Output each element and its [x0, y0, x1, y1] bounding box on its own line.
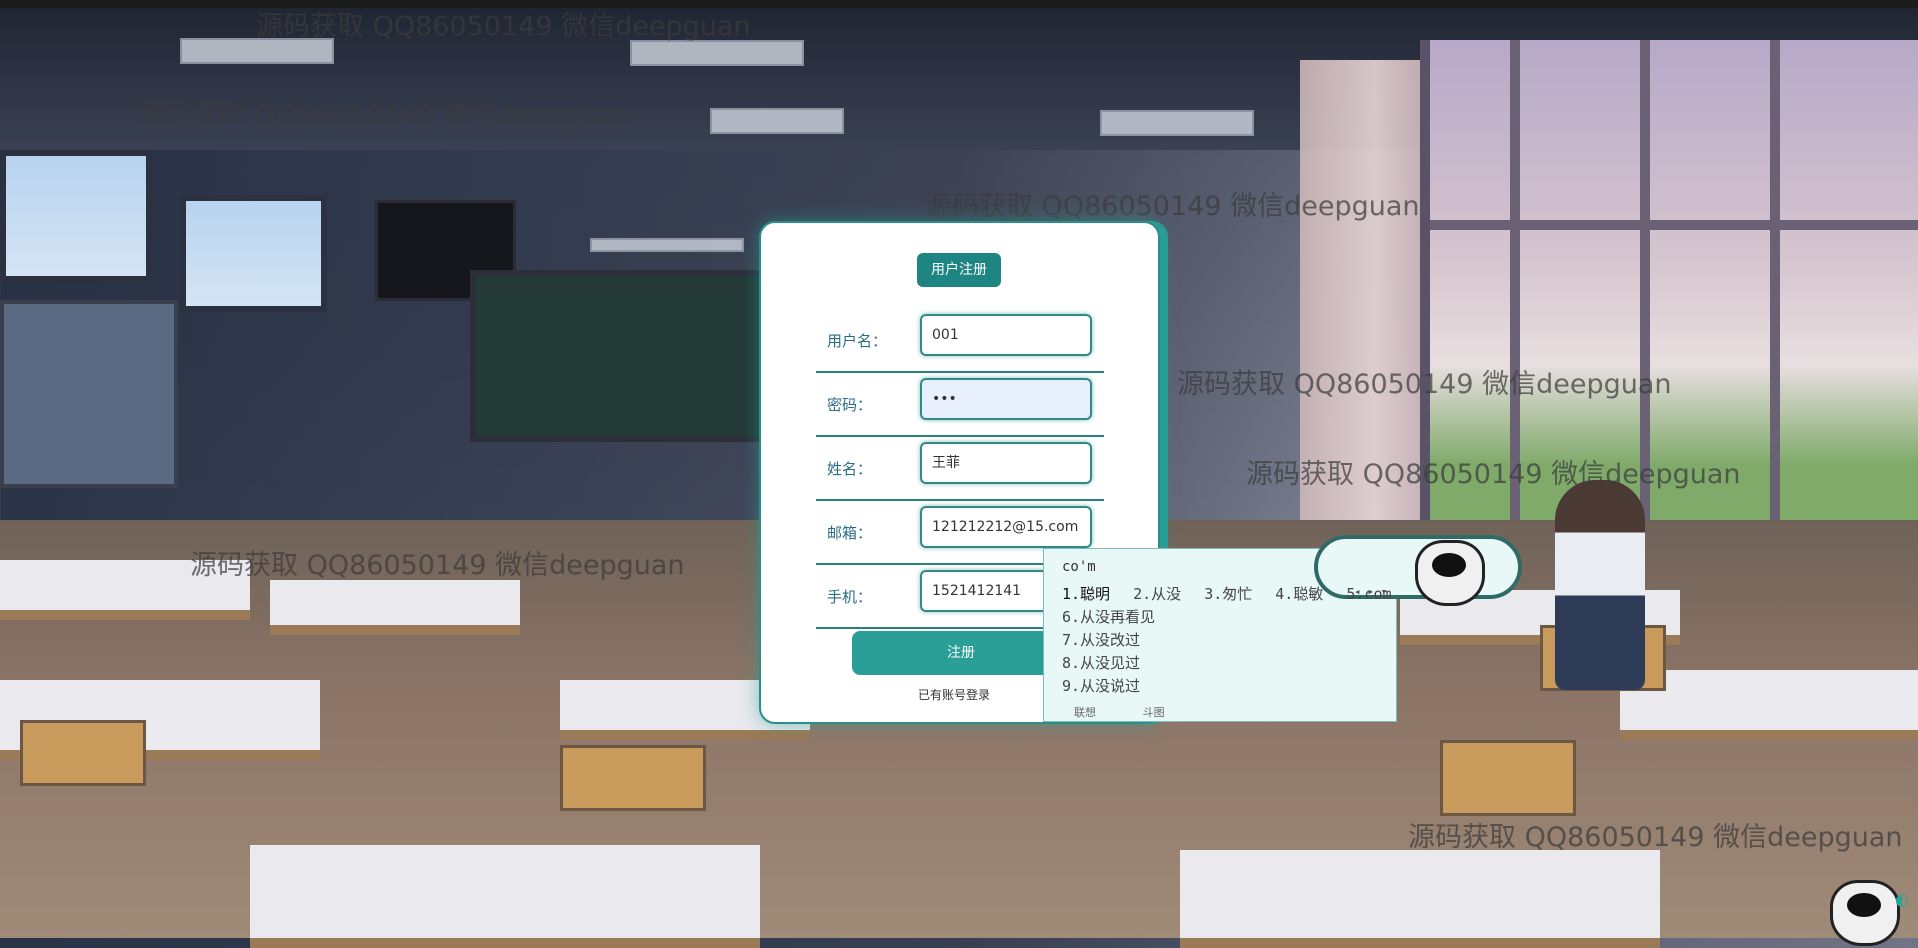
ime-candidate[interactable]: 3.匆忙	[1204, 585, 1252, 603]
username-label: 用户名：	[827, 332, 888, 350]
ceiling-light	[1100, 110, 1254, 136]
phone-label: 手机：	[827, 588, 873, 606]
background-window	[0, 150, 152, 282]
ime-candidate-list: 6.从没再看见 7.从没改过 8.从没见过 9.从没说过	[1062, 606, 1155, 698]
background-desk	[1180, 850, 1660, 948]
name-input[interactable]: 王菲	[920, 442, 1092, 484]
ime-candidate-window: co'm 1.聪明 2.从没 3.匆忙 4.聪敏 5.com ◂ ▸ ▾ 6.从…	[1043, 535, 1522, 722]
ime-candidate[interactable]: 2.从没	[1133, 585, 1181, 603]
password-label: 密码：	[827, 396, 873, 414]
watermark: 源码获取 QQ86050149 微信deepguan	[1246, 459, 1741, 490]
watermark: 源码获取 QQ86050149 微信deepguan	[925, 191, 1420, 222]
ime-candidate[interactable]: 9.从没说过	[1062, 675, 1155, 698]
email-input[interactable]: 121212212@15.com	[920, 506, 1092, 548]
tray-app-icon[interactable]: ◐	[1895, 890, 1915, 930]
ime-footer-tab[interactable]: 斗图	[1143, 706, 1165, 719]
login-link[interactable]: 已有账号登录	[918, 686, 990, 703]
ime-footer-tab[interactable]: 联想	[1074, 706, 1096, 719]
ime-candidate[interactable]: 1.聪明	[1062, 585, 1110, 603]
ime-footer: 联想 斗图	[1074, 704, 1205, 720]
ime-candidate[interactable]: 4.聪敏	[1275, 585, 1323, 603]
ime-candidate[interactable]: 8.从没见过	[1062, 652, 1155, 675]
background-noticeboard	[0, 300, 178, 488]
ime-mascot-icon	[1415, 540, 1485, 606]
password-input[interactable]: •••	[920, 378, 1092, 420]
ime-composition-text: co'm	[1062, 559, 1096, 575]
ceiling-light	[590, 238, 744, 252]
watermark: 源码获取 QQ86050149 微信deepguan	[190, 550, 685, 581]
background-student	[1555, 480, 1645, 690]
ime-candidate[interactable]: 6.从没再看见	[1062, 606, 1155, 629]
ceiling-light	[630, 40, 804, 66]
ceiling-light	[710, 108, 844, 134]
name-label: 姓名：	[827, 460, 873, 478]
ime-page-arrows-icon[interactable]: ◂ ▸ ▾	[1354, 585, 1387, 598]
username-row: 用户名： 001	[816, 308, 1104, 373]
watermark: 源码获取 QQ86050149 微信deepguan	[1177, 369, 1672, 400]
background-chair	[20, 720, 146, 786]
username-input[interactable]: 001	[920, 314, 1092, 356]
background-chair	[1440, 740, 1576, 816]
watermark: 源码获取 QQ86050149 微信deepguan	[1408, 822, 1903, 853]
email-label: 邮箱：	[827, 524, 873, 542]
tray-mascot-icon	[1830, 880, 1900, 946]
watermark: 源码获取 QQ86050149 微信deepguan	[256, 11, 751, 42]
background-desk	[250, 845, 760, 948]
background-chair	[560, 745, 706, 811]
password-row: 密码： •••	[816, 372, 1104, 437]
background-desk	[270, 580, 520, 635]
watermark: 源码获取 QQ86050149 微信deepguan	[138, 100, 633, 131]
name-row: 姓名： 王菲	[816, 436, 1104, 501]
background-blackboard	[470, 270, 782, 442]
register-title: 用户注册	[917, 253, 1001, 287]
ime-candidate[interactable]: 7.从没改过	[1062, 629, 1155, 652]
register-button[interactable]: 注册	[852, 631, 1070, 675]
background-window	[180, 195, 327, 312]
